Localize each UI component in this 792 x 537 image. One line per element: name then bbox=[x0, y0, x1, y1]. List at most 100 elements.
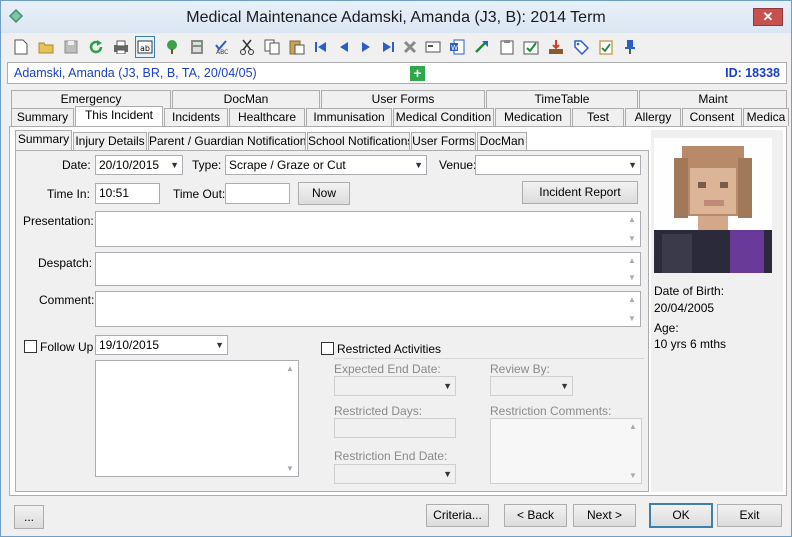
comment-label: Comment: bbox=[39, 293, 95, 307]
restriction-comments-textarea[interactable]: ▲ ▼ bbox=[490, 418, 642, 484]
envelope-icon[interactable] bbox=[423, 36, 443, 58]
incident-report-button[interactable]: Incident Report bbox=[522, 181, 638, 204]
print-icon[interactable] bbox=[111, 36, 131, 58]
venue-label: Venue: bbox=[439, 158, 477, 172]
calculator-icon[interactable] bbox=[187, 36, 207, 58]
spell-check-icon[interactable]: ABC bbox=[212, 36, 232, 58]
refresh-icon[interactable] bbox=[86, 36, 106, 58]
export-tray-icon[interactable] bbox=[546, 36, 566, 58]
title-bar: Medical Maintenance Adamski, Amanda (J3,… bbox=[1, 1, 791, 33]
follow-up-notes-textarea[interactable]: ▲ ▼ bbox=[95, 360, 299, 477]
tab-allergy[interactable]: Allergy bbox=[625, 108, 681, 126]
subtab-docman[interactable]: DocMan bbox=[477, 132, 527, 150]
tab-this-incident[interactable]: This Incident bbox=[75, 106, 163, 126]
time-in-input[interactable]: 10:51 bbox=[95, 183, 160, 204]
restriction-comments-scrollbar[interactable]: ▲ ▼ bbox=[626, 420, 640, 482]
subtab-user-forms[interactable]: User Forms bbox=[411, 132, 476, 150]
new-document-icon[interactable] bbox=[11, 36, 31, 58]
tab-medication[interactable]: Medication bbox=[495, 108, 571, 126]
tab-docman[interactable]: DocMan bbox=[172, 90, 320, 108]
open-folder-icon[interactable] bbox=[36, 36, 56, 58]
next-record-icon[interactable] bbox=[356, 36, 376, 58]
last-record-icon[interactable] bbox=[378, 36, 398, 58]
previous-record-icon[interactable] bbox=[334, 36, 354, 58]
checklist-icon[interactable] bbox=[596, 36, 616, 58]
exit-button[interactable]: Exit bbox=[717, 504, 782, 527]
restricted-activities-checkbox[interactable] bbox=[321, 342, 334, 355]
next-button[interactable]: Next > bbox=[573, 504, 636, 527]
student-id: ID: 18338 bbox=[725, 66, 780, 80]
cut-icon[interactable] bbox=[237, 36, 257, 58]
back-button[interactable]: < Back bbox=[504, 504, 567, 527]
time-in-label: Time In: bbox=[47, 187, 90, 201]
ok-button[interactable]: OK bbox=[649, 503, 713, 528]
medical-alert-plus-icon[interactable]: + bbox=[410, 66, 425, 81]
review-by-combobox[interactable]: ▼ bbox=[490, 376, 573, 396]
clipboard-icon[interactable] bbox=[497, 36, 517, 58]
forward-arrow-icon[interactable] bbox=[472, 36, 492, 58]
tab-consent[interactable]: Consent bbox=[682, 108, 742, 126]
delete-icon[interactable] bbox=[400, 36, 420, 58]
tab-timetable[interactable]: TimeTable bbox=[486, 90, 638, 108]
time-out-label: Time Out: bbox=[173, 187, 226, 201]
subtab-parent-guardian-notifications[interactable]: Parent / Guardian Notifications bbox=[148, 132, 306, 150]
tab-medica-truncated[interactable]: Medica bbox=[743, 108, 789, 126]
expected-end-date-combobox[interactable]: ▼ bbox=[334, 376, 456, 396]
tab-test[interactable]: Test bbox=[572, 108, 624, 126]
tab-summary[interactable]: Summary bbox=[11, 108, 74, 126]
restricted-activities-label: Restricted Activities bbox=[337, 342, 442, 356]
restricted-days-label: Restricted Days: bbox=[334, 404, 423, 418]
more-options-button[interactable]: ... bbox=[14, 505, 44, 529]
paste-icon[interactable] bbox=[287, 36, 307, 58]
subtab-school-notifications[interactable]: School Notifications bbox=[307, 132, 410, 150]
pin-icon[interactable] bbox=[620, 36, 640, 58]
restriction-end-date-combobox[interactable]: ▼ bbox=[334, 464, 456, 484]
tab-healthcare[interactable]: Healthcare bbox=[229, 108, 305, 126]
chevron-down-icon: ▼ bbox=[170, 160, 179, 170]
student-photo bbox=[654, 138, 772, 273]
despatch-textarea[interactable]: ▲ ▼ bbox=[95, 252, 641, 286]
tree-icon[interactable] bbox=[162, 36, 182, 58]
subtab-summary[interactable]: Summary bbox=[15, 130, 72, 150]
text-field-icon[interactable]: ab bbox=[135, 36, 155, 58]
date-value: 20/10/2015 bbox=[99, 158, 160, 172]
follow-up-date-combobox[interactable]: 19/10/2015 ▼ bbox=[95, 335, 228, 355]
type-value: Scrape / Graze or Cut bbox=[229, 158, 346, 172]
date-combobox[interactable]: 20/10/2015 ▼ bbox=[95, 155, 183, 175]
chevron-down-icon: ▼ bbox=[215, 340, 224, 350]
restricted-days-input[interactable] bbox=[334, 418, 456, 438]
chevron-down-icon: ▼ bbox=[628, 160, 637, 170]
svg-text:ABC: ABC bbox=[216, 49, 228, 55]
first-record-icon[interactable] bbox=[311, 36, 331, 58]
tab-incidents[interactable]: Incidents bbox=[164, 108, 228, 126]
presentation-scrollbar[interactable]: ▲ ▼ bbox=[625, 213, 639, 245]
subtab-row: Summary Injury Details Parent / Guardian… bbox=[15, 130, 649, 150]
window-title: Medical Maintenance Adamski, Amanda (J3,… bbox=[186, 9, 606, 26]
copy-icon[interactable] bbox=[262, 36, 282, 58]
chevron-down-icon: ▼ bbox=[443, 469, 452, 479]
age-value: 10 yrs 6 mths bbox=[654, 337, 727, 351]
follow-up-scrollbar[interactable]: ▲ ▼ bbox=[283, 362, 297, 475]
save-icon[interactable] bbox=[61, 36, 81, 58]
follow-up-checkbox[interactable] bbox=[24, 340, 37, 353]
dob-label: Date of Birth: bbox=[654, 284, 725, 298]
approve-icon[interactable] bbox=[521, 36, 541, 58]
time-out-input[interactable] bbox=[225, 183, 290, 204]
criteria-button[interactable]: Criteria... bbox=[426, 504, 489, 527]
despatch-scrollbar[interactable]: ▲ ▼ bbox=[625, 254, 639, 284]
close-window-button[interactable]: ✕ bbox=[753, 8, 783, 26]
venue-combobox[interactable]: ▼ bbox=[475, 155, 641, 175]
comment-textarea[interactable]: ▲ ▼ bbox=[95, 291, 641, 327]
tab-user-forms[interactable]: User Forms bbox=[321, 90, 485, 108]
tab-maint[interactable]: Maint bbox=[639, 90, 787, 108]
now-button[interactable]: Now bbox=[298, 182, 350, 205]
subtab-injury-details[interactable]: Injury Details bbox=[73, 132, 147, 150]
tab-immunisation[interactable]: Immunisation bbox=[306, 108, 392, 126]
tab-medical-condition[interactable]: Medical Condition bbox=[393, 108, 494, 126]
word-document-icon[interactable]: W bbox=[447, 36, 467, 58]
svg-text:W: W bbox=[451, 44, 458, 52]
tag-icon[interactable] bbox=[571, 36, 591, 58]
presentation-textarea[interactable]: ▲ ▼ bbox=[95, 211, 641, 247]
comment-scrollbar[interactable]: ▲ ▼ bbox=[625, 293, 639, 325]
type-combobox[interactable]: Scrape / Graze or Cut ▼ bbox=[225, 155, 427, 175]
